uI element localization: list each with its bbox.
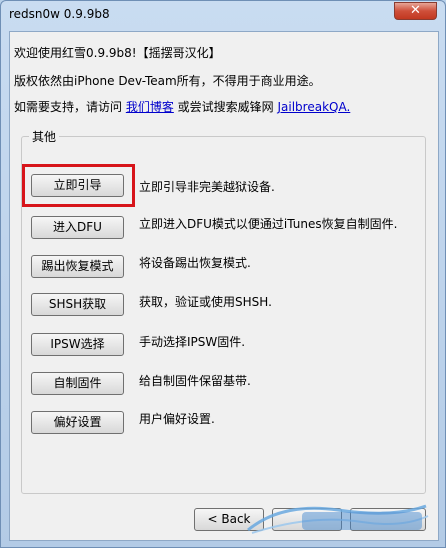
watermark-logo-icon: [247, 504, 429, 534]
preferences-button[interactable]: 偏好设置: [31, 411, 124, 434]
welcome-text: 欢迎使用红雪0.9.9b8!【摇摆哥汉化】: [14, 46, 221, 60]
custom-ipsw-desc: 给自制固件保留基带.: [139, 374, 251, 388]
custom-ipsw-button[interactable]: 自制固件: [31, 372, 124, 395]
boot-now-button[interactable]: 立即引导: [31, 174, 124, 197]
ipsw-select-desc: 手动选择IPSW固件.: [139, 335, 246, 349]
enter-dfu-desc: 立即进入DFU模式以便通过iTunes恢复自制固件.: [139, 217, 398, 231]
group-label: 其他: [29, 128, 60, 145]
support-prefix: 如需要支持，请访问: [14, 100, 126, 114]
boot-now-desc: 立即引导非完美越狱设备.: [139, 180, 275, 194]
enter-dfu-button[interactable]: 进入DFU: [31, 216, 124, 239]
kick-recovery-button[interactable]: 踢出恢复模式: [31, 255, 124, 278]
client-area: 欢迎使用红雪0.9.9b8!【摇摆哥汉化】 版权依然由iPhone Dev-Te…: [9, 31, 439, 541]
bottom-bar: < Back: [10, 500, 438, 542]
ipsw-select-button[interactable]: IPSW选择: [31, 333, 124, 356]
support-text: 如需要支持，请访问 我们博客 或尝试搜索威锋网 JailbreakQA.: [14, 98, 350, 115]
preferences-desc: 用户偏好设置.: [139, 412, 215, 426]
blog-link[interactable]: 我们博客: [126, 100, 174, 114]
copyright-text: 版权依然由iPhone Dev-Team所有，不得用于商业用途。: [14, 74, 321, 88]
shsh-button[interactable]: SHSH获取: [31, 293, 124, 316]
kick-recovery-desc: 将设备踢出恢复模式.: [139, 256, 251, 270]
app-window: redsn0w 0.9.9b8 ✕ 欢迎使用红雪0.9.9b8!【摇摆哥汉化】 …: [0, 0, 446, 548]
window-title: redsn0w 0.9.9b8: [9, 7, 110, 21]
jailbreakqa-link[interactable]: JailbreakQA.: [277, 100, 350, 114]
shsh-desc: 获取，验证或使用SHSH.: [139, 295, 272, 309]
close-button[interactable]: ✕: [394, 2, 437, 20]
support-middle: 或尝试搜索威锋网: [173, 100, 278, 114]
title-bar[interactable]: redsn0w 0.9.9b8 ✕: [1, 1, 445, 29]
close-icon: ✕: [410, 3, 421, 18]
